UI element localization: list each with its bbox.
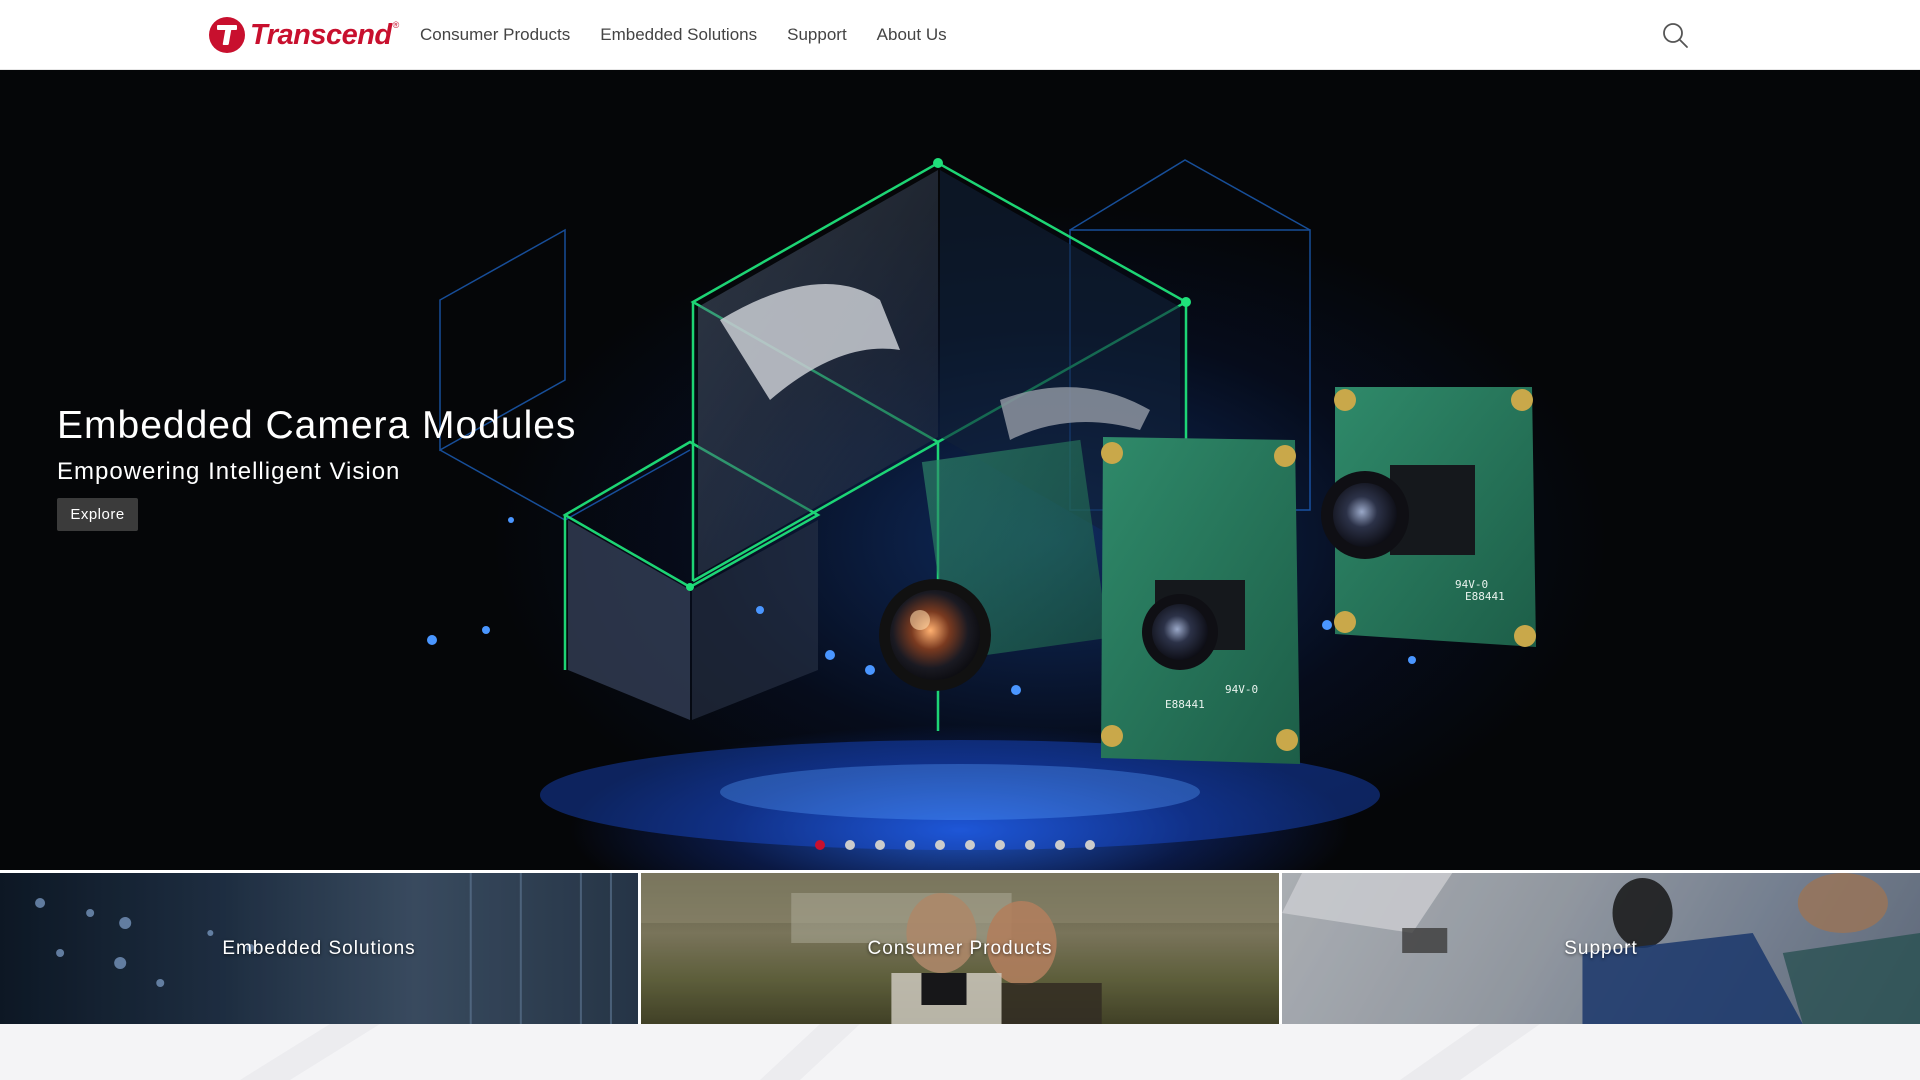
nav-support[interactable]: Support [787,25,847,45]
section-background [0,1024,1920,1080]
carousel-dot-5[interactable] [935,840,945,850]
category-tiles: Embedded Solutions Consumer Products Sup… [0,873,1920,1024]
svg-text:E88441: E88441 [1465,590,1505,603]
explore-button[interactable]: Explore [57,498,138,531]
transcend-logo[interactable]: Transcend ® [209,17,399,53]
carousel-pagination [815,840,1095,850]
tile-support[interactable]: Support [1282,873,1920,1024]
nav-consumer-products[interactable]: Consumer Products [420,25,570,45]
svg-text:E88441: E88441 [1165,698,1205,711]
carousel-dot-6[interactable] [965,840,975,850]
site-header: Transcend ® Consumer Products Embedded S… [0,0,1920,70]
tile-embedded-solutions[interactable]: Embedded Solutions [0,873,638,1024]
carousel-dot-8[interactable] [1025,840,1035,850]
carousel-dot-3[interactable] [875,840,885,850]
search-icon[interactable] [1661,21,1689,49]
nav-embedded-solutions[interactable]: Embedded Solutions [600,25,757,45]
hero-subtitle: Empowering Intelligent Vision [57,458,401,485]
hero-title: Embedded Camera Modules [57,404,577,447]
carousel-dot-2[interactable] [845,840,855,850]
svg-text:94V-0: 94V-0 [1225,683,1258,696]
main-nav: Consumer Products Embedded Solutions Sup… [420,0,947,70]
logo-registered-mark: ® [392,20,400,30]
nav-about-us[interactable]: About Us [877,25,947,45]
carousel-dot-10[interactable] [1085,840,1095,850]
carousel-dot-1[interactable] [815,840,825,850]
hero-banner[interactable]: 94V-0 E88441 94V-0 E88441 Embedded Camer… [0,70,1920,870]
tile-label: Embedded Solutions [222,937,416,959]
tile-label: Support [1564,937,1638,959]
tile-consumer-products[interactable]: Consumer Products [641,873,1279,1024]
logo-mark-icon [209,17,245,53]
logo-text: Transcend [250,18,392,51]
carousel-dot-4[interactable] [905,840,915,850]
carousel-dot-7[interactable] [995,840,1005,850]
carousel-dot-9[interactable] [1055,840,1065,850]
tile-label: Consumer Products [867,937,1053,959]
